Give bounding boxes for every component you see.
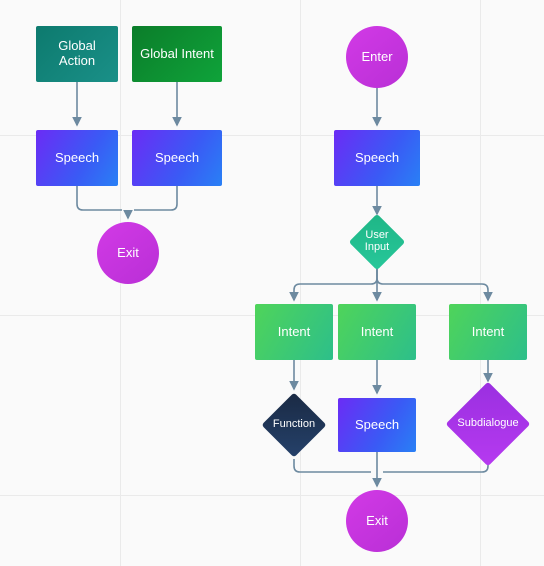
intent_2-label: Intent: [361, 325, 394, 340]
node-subdialogue[interactable]: Subdialogue: [458, 394, 518, 454]
user_input-label: User Input: [357, 222, 397, 262]
edge-e8-line: [377, 268, 488, 300]
speech_r2-label: Speech: [355, 418, 399, 433]
edges-layer: [0, 0, 544, 566]
enter-label: Enter: [361, 50, 392, 65]
function-label: Function: [271, 402, 317, 448]
global_intent-label: Global Intent: [140, 47, 214, 62]
subdialogue-label: Subdialogue: [458, 394, 518, 454]
node-intent_2[interactable]: Intent: [338, 304, 416, 360]
global_action-label: Global Action: [40, 39, 114, 69]
edge-e6-line: [294, 268, 377, 300]
exit_left-label: Exit: [117, 246, 139, 261]
edge-e3[interactable]: [77, 186, 177, 218]
node-exit_right[interactable]: Exit: [346, 490, 408, 552]
edge-e12[interactable]: [294, 452, 488, 486]
node-intent_1[interactable]: Intent: [255, 304, 333, 360]
node-user_input[interactable]: User Input: [357, 222, 397, 262]
node-global_intent[interactable]: Global Intent: [132, 26, 222, 82]
node-exit_left[interactable]: Exit: [97, 222, 159, 284]
exit_right-label: Exit: [366, 514, 388, 529]
speech_r1-label: Speech: [355, 151, 399, 166]
node-speech_r1[interactable]: Speech: [334, 130, 420, 186]
node-speech_l1[interactable]: Speech: [36, 130, 118, 186]
node-speech_l2[interactable]: Speech: [132, 130, 222, 186]
node-function[interactable]: Function: [271, 402, 317, 448]
speech_l2-label: Speech: [155, 151, 199, 166]
speech_l1-label: Speech: [55, 151, 99, 166]
node-intent_3[interactable]: Intent: [449, 304, 527, 360]
intent_1-label: Intent: [278, 325, 311, 340]
intent_3-label: Intent: [472, 325, 505, 340]
node-enter[interactable]: Enter: [346, 26, 408, 88]
node-global_action[interactable]: Global Action: [36, 26, 118, 82]
node-speech_r2[interactable]: Speech: [338, 398, 416, 452]
